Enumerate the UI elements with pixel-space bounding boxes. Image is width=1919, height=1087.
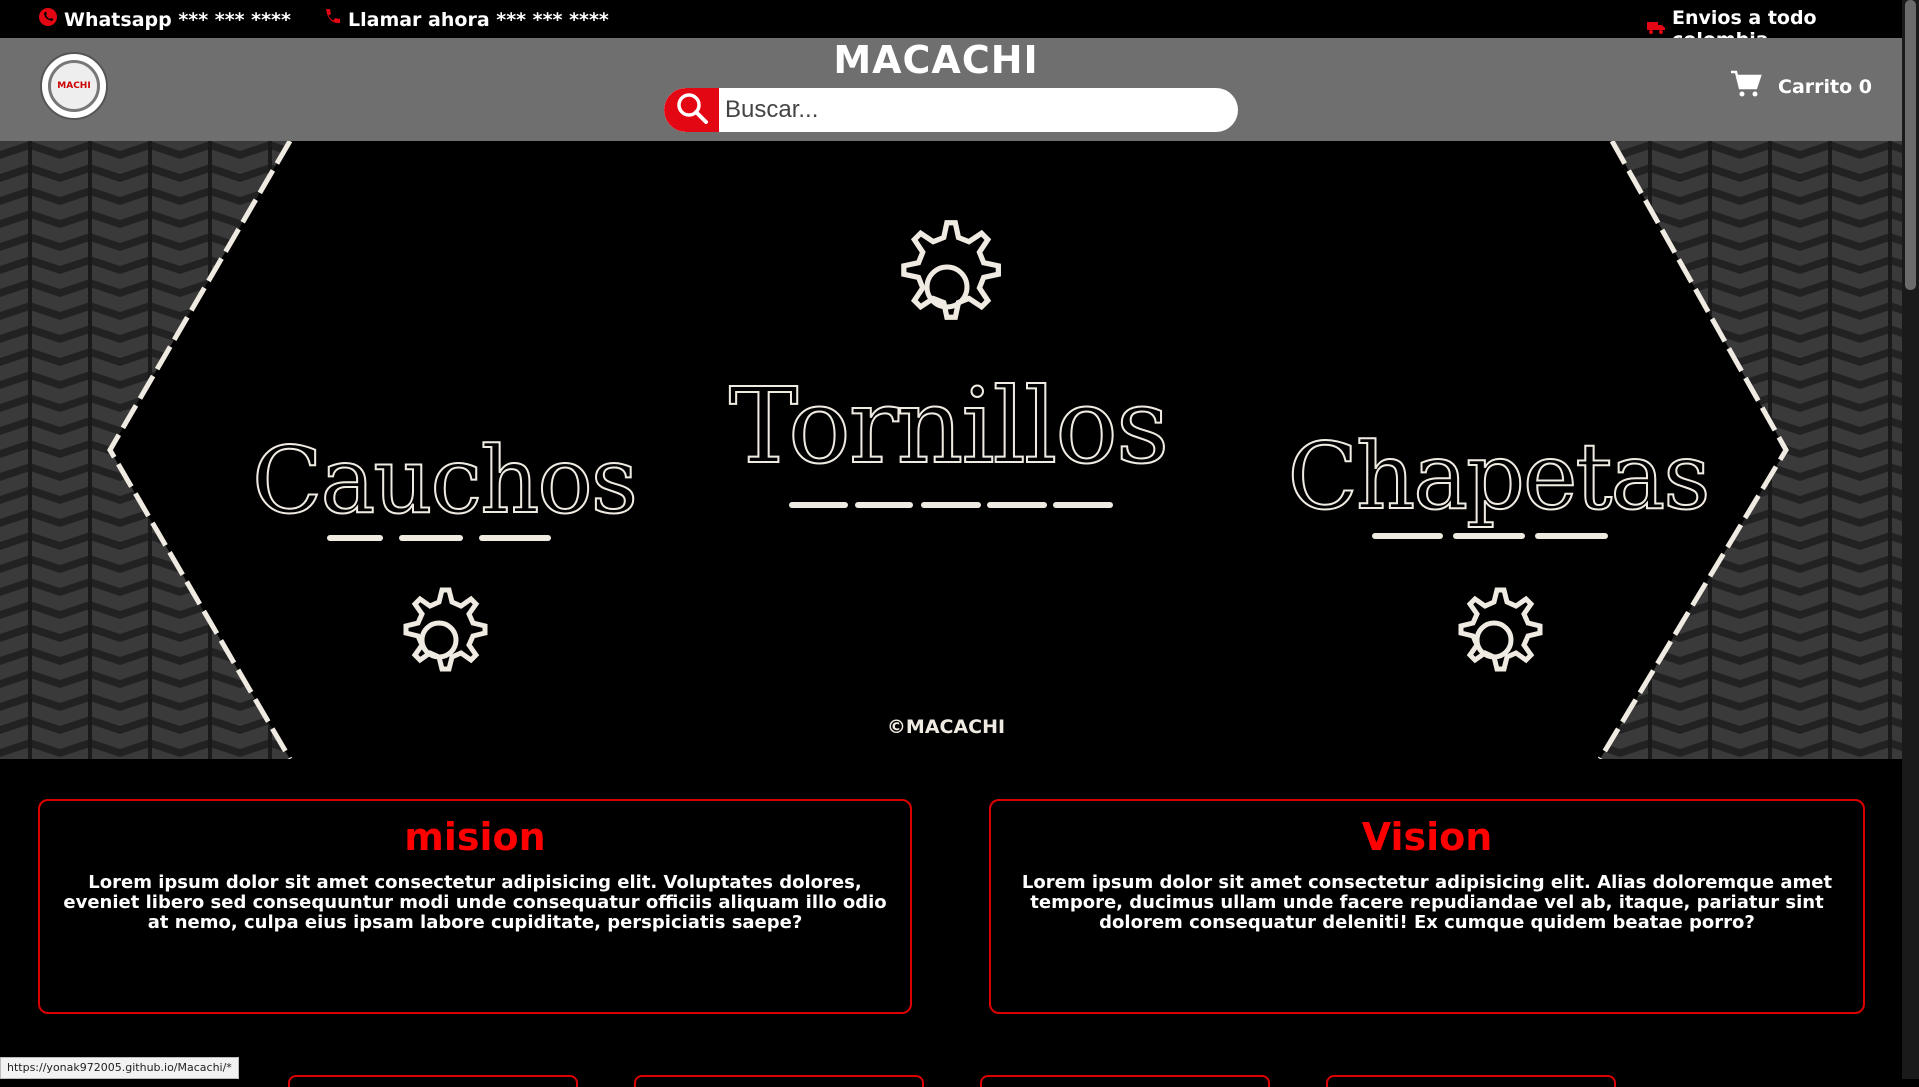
- vision-card: Vision Lorem ipsum dolor sit amet consec…: [989, 799, 1865, 1014]
- hero-banner: Cauchos Tornillos Chapetas ©MACACHI: [0, 141, 1902, 759]
- whatsapp-contact[interactable]: Whatsapp *** *** ****: [38, 7, 291, 32]
- phone-icon: [322, 7, 342, 32]
- hero-word-tornillos: Tornillos: [728, 364, 1170, 488]
- whatsapp-label: Whatsapp *** *** ****: [64, 8, 291, 31]
- page-scrollbar[interactable]: [1902, 0, 1919, 1079]
- product-card-partial[interactable]: [288, 1075, 578, 1087]
- search-bar: [664, 88, 1238, 132]
- product-card-partial[interactable]: [1326, 1075, 1616, 1087]
- product-card-partial[interactable]: [634, 1075, 924, 1087]
- vision-text: Lorem ipsum dolor sit amet consectetur a…: [1021, 872, 1833, 933]
- mission-card: mision Lorem ipsum dolor sit amet consec…: [38, 799, 912, 1014]
- search-icon: [675, 91, 709, 129]
- mission-text: Lorem ipsum dolor sit amet consectetur a…: [63, 872, 887, 933]
- scrollbar-thumb[interactable]: [1905, 0, 1916, 290]
- product-card-partial[interactable]: [980, 1075, 1270, 1087]
- call-contact[interactable]: Llamar ahora *** *** ****: [322, 7, 609, 32]
- cart-label: Carrito 0: [1778, 75, 1872, 98]
- logo-text: MACHI: [57, 81, 91, 91]
- site-header: MACHI MACACHI Carrito 0: [0, 38, 1902, 141]
- cart-icon: [1730, 70, 1762, 103]
- call-label: Llamar ahora *** *** ****: [348, 8, 609, 31]
- mission-title: mision: [404, 815, 546, 859]
- search-input[interactable]: [719, 88, 1238, 132]
- browser-status-url: https://yonak972005.github.io/Macachi/*: [0, 1057, 239, 1079]
- vision-title: Vision: [1361, 815, 1493, 859]
- hero-word-chapetas: Chapetas: [1287, 422, 1712, 531]
- search-button[interactable]: [664, 88, 719, 132]
- brand-title: MACACHI: [833, 38, 1039, 82]
- hero-copyright: ©MACACHI: [886, 716, 1006, 738]
- top-bar: Whatsapp *** *** **** Llamar ahora *** *…: [0, 0, 1902, 51]
- cart-button[interactable]: Carrito 0: [1730, 70, 1872, 103]
- hero-word-cauchos: Cauchos: [251, 426, 639, 535]
- whatsapp-icon: [38, 7, 58, 32]
